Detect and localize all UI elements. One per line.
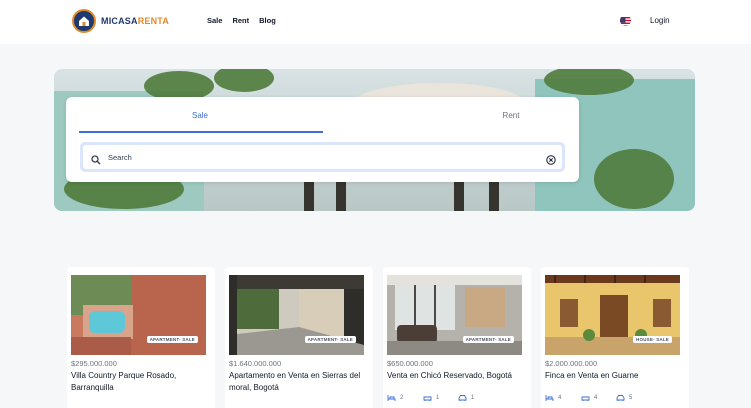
listing-price: $650.000.000	[387, 359, 433, 368]
listing-card[interactable]: APARTMENT- SALE $295.000.000 Villa Count…	[67, 267, 215, 408]
listing-title: Finca en Venta en Guarne	[545, 371, 639, 380]
site-logo[interactable]: MICASARENTA	[72, 9, 169, 33]
garages: 5	[616, 394, 632, 402]
bathrooms: 4	[581, 394, 597, 402]
search-box	[83, 145, 562, 169]
listing-price: $295.000.000	[71, 359, 117, 368]
nav-sale[interactable]: Sale	[207, 16, 222, 25]
listing-title: Venta en Chicó Reservado, Bogotá	[387, 371, 512, 380]
palm-tree	[214, 69, 274, 92]
listing-title: Villa Country Parque Rosado, Barranquill…	[71, 371, 177, 392]
tab-sale[interactable]: Sale	[78, 111, 322, 120]
search-panel: Sale Rent	[66, 97, 579, 182]
bedrooms-count: 2	[400, 395, 404, 401]
nav-blog[interactable]: Blog	[259, 16, 276, 25]
bedrooms: 2	[387, 394, 403, 402]
listing-badge: APARTMENT- SALE	[462, 336, 514, 343]
garages-count: 5	[629, 395, 633, 401]
search-input[interactable]	[108, 148, 528, 166]
garages-count: 1	[471, 395, 475, 401]
clear-search-icon[interactable]	[546, 152, 556, 170]
bath-icon	[581, 396, 590, 401]
logo-text-part1: MICASA	[101, 16, 138, 26]
main-nav: Sale Rent Blog	[207, 16, 276, 25]
listing-badge: HOUSE- SALE	[633, 336, 672, 343]
nav-rent[interactable]: Rent	[232, 16, 249, 25]
bathrooms-count: 4	[594, 395, 598, 401]
logo-text-part2: RENTA	[137, 16, 170, 26]
listing-card[interactable]: APARTMENT- SALE $650.000.000 Venta en Ch…	[383, 267, 531, 408]
listing-badge: APARTMENT- SALE	[304, 336, 356, 343]
listing-price: $2.000.000.000	[545, 359, 598, 368]
us-flag-icon[interactable]	[620, 15, 631, 26]
listing-photo: HOUSE- SALE	[545, 275, 680, 355]
listing-photo: APARTMENT- SALE	[229, 275, 364, 355]
logo-text: MICASARENTA	[101, 16, 169, 26]
bed-icon	[545, 395, 554, 401]
bathrooms-count: 1	[436, 395, 440, 401]
search-icon	[91, 152, 101, 170]
bath-icon	[423, 396, 432, 401]
bathrooms: 1	[423, 394, 439, 402]
bed-icon	[387, 395, 396, 401]
listing-card[interactable]: HOUSE- SALE $2.000.000.000 Finca en Vent…	[541, 267, 689, 408]
car-icon	[616, 395, 625, 401]
active-tab-indicator	[79, 131, 323, 133]
search-field-wrapper	[80, 142, 565, 172]
palm-tree	[594, 149, 674, 209]
tab-rent[interactable]: Rent	[388, 111, 634, 120]
listing-photo: APARTMENT- SALE	[387, 275, 522, 355]
login-link[interactable]: Login	[650, 16, 670, 25]
car-icon	[458, 395, 467, 401]
bedrooms-count: 4	[558, 395, 562, 401]
top-header: MICASARENTA Sale Rent Blog Login	[0, 0, 751, 44]
listing-price: $1.640.000.000	[229, 359, 282, 368]
listing-photo: APARTMENT- SALE	[71, 275, 206, 355]
listing-card[interactable]: APARTMENT- SALE $1.640.000.000 Apartamen…	[225, 267, 373, 408]
garages: 1	[458, 394, 474, 402]
listing-title: Apartamento en Venta en Sierras del mora…	[229, 371, 361, 392]
house-logo-icon	[72, 9, 96, 33]
listing-badge: APARTMENT- SALE	[146, 336, 198, 343]
bedrooms: 4	[545, 394, 561, 402]
